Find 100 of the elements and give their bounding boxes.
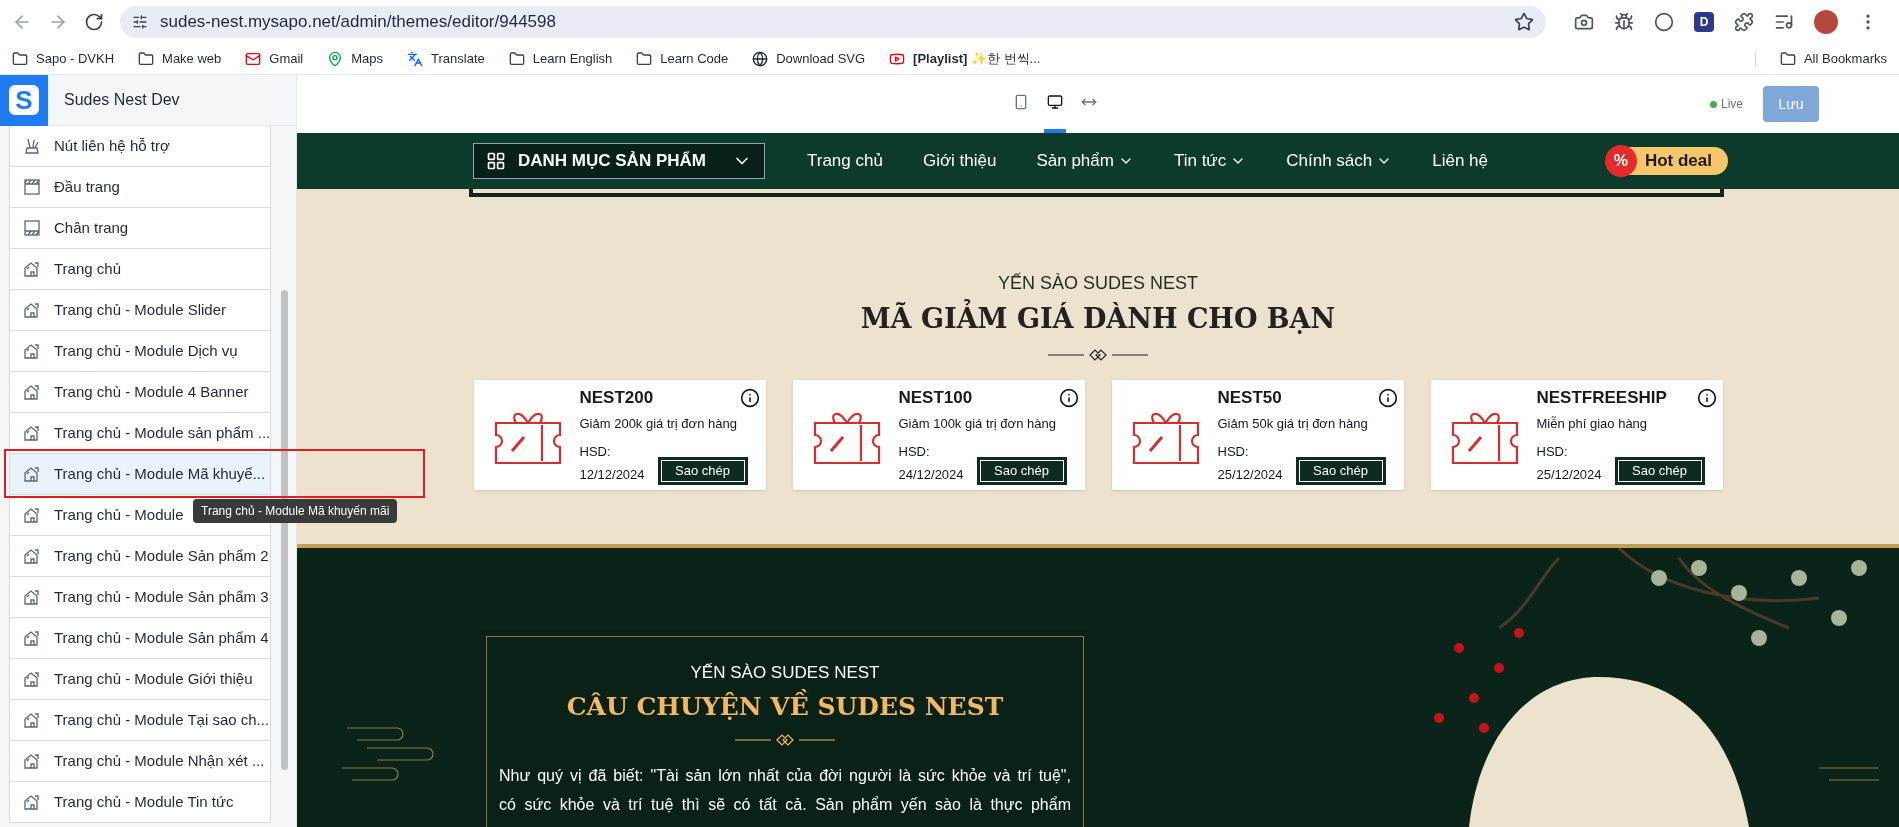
tools-icon <box>22 136 42 156</box>
extension-badge[interactable]: D <box>1694 12 1714 32</box>
media-list-icon[interactable] <box>1774 12 1794 32</box>
section-list-item[interactable]: Trang chủ - Module Sản phẩm 2 <box>9 536 271 577</box>
bookmark-link[interactable]: [Playlist] ✨한 번씩... <box>889 49 1041 69</box>
bookmark-link[interactable]: Download SVG <box>752 49 866 69</box>
coupon-description: Giảm 50k giá trị đơn hàng <box>1217 415 1369 433</box>
section-list-item[interactable]: Trang chủ - Module Sản phẩm 4 <box>9 618 271 659</box>
house-page-icon <box>22 464 42 484</box>
bookmark-link[interactable]: Make web <box>138 49 222 69</box>
section-list-item[interactable]: Trang chủ - Module Tại sao ch... <box>9 700 271 741</box>
footer-layout-icon <box>22 218 42 238</box>
map-pin-icon <box>327 51 344 67</box>
translate-icon <box>407 51 424 67</box>
section-list-item[interactable]: Trang chủ - Module Nhận xét ... <box>9 741 271 782</box>
coupon-code: NESTFREESHIP <box>1536 386 1668 409</box>
hot-deal-button[interactable]: % Hot deal <box>1608 147 1728 175</box>
bookmark-star-icon[interactable] <box>1514 12 1534 32</box>
copy-button[interactable]: Sao chép <box>657 456 748 485</box>
info-icon[interactable] <box>1058 387 1079 408</box>
nav-link[interactable]: Sản phẩm <box>1036 148 1134 174</box>
camera-icon[interactable] <box>1574 12 1594 32</box>
expiry-label: HSD: <box>898 442 931 461</box>
copy-button[interactable]: Sao chép <box>1614 456 1705 485</box>
coupon-description: Giảm 200k giá trị đơn hàng <box>579 415 738 433</box>
desktop-view-icon <box>1047 94 1063 110</box>
house-page-icon <box>22 587 42 607</box>
copy-button[interactable]: Sao chép <box>1295 456 1386 485</box>
copy-button[interactable]: Sao chép <box>976 456 1067 485</box>
bookmark-link[interactable]: Learn Code <box>636 49 729 69</box>
expiry-date: 12/12/2024 <box>579 466 645 484</box>
expiry-date: 24/12/2024 <box>898 466 964 484</box>
section-list-item[interactable]: Đầu trang <box>9 167 271 208</box>
expiry-date: 25/12/2024 <box>1217 466 1283 484</box>
store-name: Sudes Nest Dev <box>64 90 180 110</box>
bug-icon[interactable] <box>1614 12 1634 32</box>
house-page-icon <box>22 341 42 361</box>
bookmark-link[interactable]: Translate <box>407 49 485 69</box>
bookmark-link[interactable]: Maps <box>327 49 384 69</box>
house-page-icon <box>22 628 42 648</box>
coupon-code: NEST200 <box>579 386 655 409</box>
house-page-icon <box>22 300 42 320</box>
house-page-icon <box>22 505 42 525</box>
section-list-item[interactable]: Trang chủ - Module Slider <box>9 290 271 331</box>
info-icon[interactable] <box>1696 387 1717 408</box>
bookmark-link[interactable]: Gmail <box>245 49 304 69</box>
section-list-item[interactable]: Trang chủ - Module 4 Banner <box>9 372 271 413</box>
extensions-icon[interactable] <box>1734 12 1754 32</box>
section-list-item[interactable]: Trang chủ - Module Mã khuyế... <box>9 454 271 495</box>
folder-icon <box>636 51 653 67</box>
tooltip: Trang chủ - Module Mã khuyến mãi <box>193 499 398 523</box>
grid-icon <box>486 151 506 171</box>
expiry-date: 25/12/2024 <box>1536 466 1602 484</box>
all-bookmarks-link[interactable]: All Bookmarks <box>1779 49 1887 69</box>
house-page-icon <box>22 546 42 566</box>
info-icon[interactable] <box>1377 387 1398 408</box>
app-logo: S <box>0 74 48 126</box>
folder-icon <box>138 51 155 67</box>
section-list-item[interactable]: Trang chủ - Module Giới thiệu <box>9 659 271 700</box>
nav-link[interactable]: Liên hệ <box>1432 148 1489 174</box>
category-menu-button[interactable]: DANH MỤC SẢN PHẨM <box>473 143 765 179</box>
section-list-item[interactable]: Trang chủ - Module Dịch vụ <box>9 331 271 372</box>
address-bar[interactable]: sudes-nest.mysapo.net/admin/themes/editor/944598 <box>120 6 1546 38</box>
expiry-label: HSD: <box>579 442 612 461</box>
coupon-description: Giảm 100k giá trị đơn hàng <box>898 415 1057 433</box>
section-title: MÃ GIẢM GIÁ DÀNH CHO BẠN <box>860 299 1336 340</box>
folder-icon <box>1779 51 1796 67</box>
info-icon[interactable] <box>739 387 760 408</box>
nav-link[interactable]: Giới thiệu <box>922 148 997 174</box>
house-page-icon <box>22 751 42 771</box>
house-page-icon <box>22 423 42 443</box>
reload-icon[interactable] <box>84 12 104 32</box>
nav-link[interactable]: Tin tức <box>1173 148 1247 174</box>
header-layout-icon <box>22 177 42 197</box>
nav-link[interactable]: Trang chủ <box>807 148 883 174</box>
coupon-code: NEST100 <box>898 386 974 409</box>
section-list-item[interactable]: Trang chủ <box>9 249 271 290</box>
expiry-label: HSD: <box>1536 442 1569 461</box>
site-settings-icon[interactable] <box>132 14 148 30</box>
globe-icon <box>752 51 769 67</box>
coupon-description: Miễn phí giao hàng <box>1536 415 1649 433</box>
folder-icon <box>12 51 28 67</box>
folder-icon <box>508 51 525 67</box>
section-list-item[interactable]: Trang chủ - Module sản phẩm ... <box>9 413 271 454</box>
live-status: Live <box>1710 95 1743 113</box>
circle-extension-icon[interactable] <box>1654 12 1674 32</box>
avatar[interactable] <box>1814 10 1838 34</box>
nav-link[interactable]: Chính sách <box>1286 148 1393 174</box>
section-list-item[interactable]: Trang chủ - Module Sản phẩm 3 <box>9 577 271 618</box>
section-list-item[interactable]: Trang chủ - Module Tin tức <box>9 782 271 823</box>
story-paragraph-line: Như quý vị đã biết: "Tài sản lớn nhất của đời người là sức khỏe và trí tuệ", <box>499 766 1071 786</box>
mail-icon <box>245 51 262 67</box>
house-page-icon <box>22 792 42 812</box>
house-page-icon <box>22 669 42 689</box>
section-list-item[interactable]: Nút liên hệ hỗ trợ <box>9 126 271 167</box>
house-page-icon <box>22 382 42 402</box>
bookmark-link[interactable]: Sapo - DVKH <box>12 49 115 69</box>
section-list-item[interactable]: Chân trang <box>9 208 271 249</box>
bookmark-link[interactable]: Learn English <box>508 49 613 69</box>
house-page-icon <box>22 259 42 279</box>
